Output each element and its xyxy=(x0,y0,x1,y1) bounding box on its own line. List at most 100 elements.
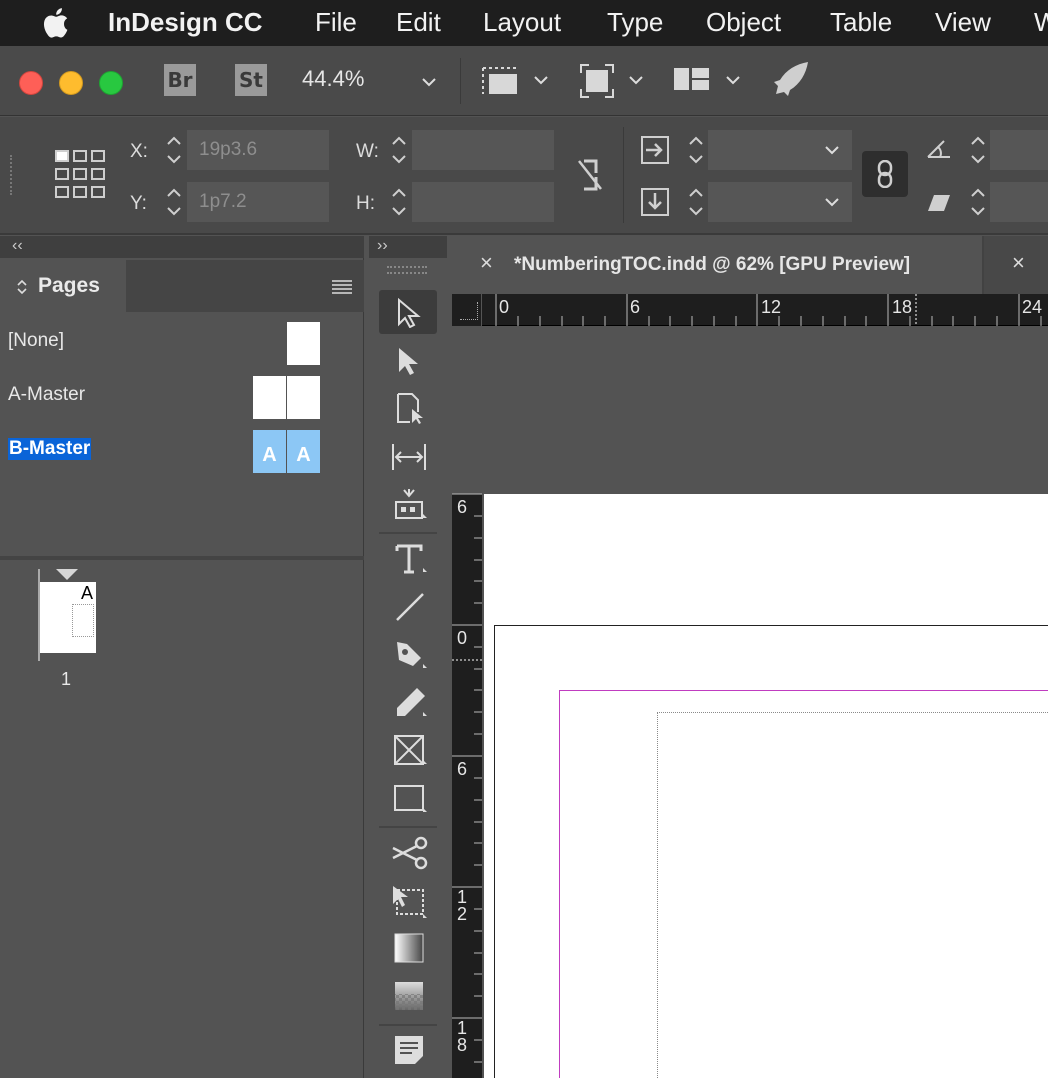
shear-chevron-down-icon[interactable] xyxy=(824,194,840,210)
tool-direct-selection[interactable] xyxy=(379,338,437,382)
view-options-chevron-down-icon[interactable] xyxy=(533,72,549,88)
divider xyxy=(460,58,461,104)
screen-mode-chevron-down-icon[interactable] xyxy=(628,72,644,88)
document-tab-2[interactable]: × xyxy=(984,236,1048,294)
screen-mode-icon[interactable] xyxy=(580,64,614,98)
rotate-stepper-icon[interactable] xyxy=(686,130,706,170)
w-stepper-icon[interactable] xyxy=(389,130,409,170)
menu-edit[interactable]: Edit xyxy=(396,0,441,46)
tool-rectangle-frame[interactable] xyxy=(379,728,437,772)
tool-rectangle[interactable] xyxy=(379,776,437,820)
zoom-window-button[interactable] xyxy=(99,71,123,95)
pages-panel: ‹‹ Pages [None] A-Master B-Master A A A … xyxy=(0,236,364,1078)
arrange-chevron-down-icon[interactable] xyxy=(725,72,741,88)
collapse-panel-icon[interactable]: ‹‹ xyxy=(12,237,23,255)
arrange-documents-icon[interactable] xyxy=(674,66,710,92)
y-stepper-icon[interactable] xyxy=(164,182,184,222)
pasteboard[interactable] xyxy=(482,326,1048,1078)
zoom-level[interactable]: 44.4% xyxy=(302,66,364,92)
close-window-button[interactable] xyxy=(19,71,43,95)
control-panel: X: 19p3.6 Y: 1p7.2 W: H: xyxy=(0,117,1048,235)
text-frame[interactable] xyxy=(657,712,1048,1078)
tool-gap[interactable] xyxy=(379,434,437,478)
menu-object[interactable]: Object xyxy=(706,0,781,46)
vertical-ruler[interactable]: 6 0 6 1 2 1 8 xyxy=(452,326,482,1078)
panel-menu-icon[interactable] xyxy=(332,280,352,294)
menu-app-name[interactable]: InDesign CC xyxy=(108,0,263,46)
shear-stepper-icon[interactable] xyxy=(686,182,706,222)
direct-selection-arrow-icon xyxy=(399,348,418,375)
rectangle-tool-icon xyxy=(394,785,427,812)
angle-stepper-icon[interactable] xyxy=(968,130,988,170)
master-b-label[interactable]: B-Master xyxy=(8,438,92,460)
master-a-left-thumbnail[interactable] xyxy=(253,376,286,419)
master-b-right-thumbnail[interactable]: A xyxy=(287,430,320,473)
h-stepper-icon[interactable] xyxy=(389,182,409,222)
content-collector-icon xyxy=(395,489,427,519)
bridge-button[interactable]: Br xyxy=(164,64,196,96)
tool-pencil[interactable] xyxy=(379,680,437,724)
tool-pen[interactable] xyxy=(379,632,437,676)
toolbox-grip[interactable] xyxy=(387,266,427,274)
document-tab[interactable]: × *NumberingTOC.indd @ 62% [GPU Preview] xyxy=(452,236,982,294)
ruler-h-18: 18 xyxy=(892,297,913,317)
h-field[interactable] xyxy=(412,182,554,222)
toolbox-header: ›› xyxy=(369,236,447,258)
reference-point-icon[interactable] xyxy=(54,149,106,201)
tool-page[interactable] xyxy=(379,386,437,430)
x-label: X: xyxy=(130,141,148,162)
constrain-proportions-button[interactable] xyxy=(862,151,908,197)
publish-online-icon[interactable] xyxy=(772,60,810,98)
panel-grip[interactable] xyxy=(10,155,16,195)
x-stepper-icon[interactable] xyxy=(164,130,184,170)
master-none-thumbnail[interactable] xyxy=(287,322,320,365)
master-a-right-thumbnail[interactable] xyxy=(287,376,320,419)
close-tab-2-icon[interactable]: × xyxy=(1012,250,1025,276)
tool-type[interactable] xyxy=(379,536,437,580)
divider xyxy=(379,826,437,828)
tool-gradient-feather[interactable] xyxy=(379,974,437,1018)
menu-view[interactable]: View xyxy=(935,0,991,46)
expand-toolbox-icon[interactable]: ›› xyxy=(377,237,388,255)
shear-angle-field[interactable] xyxy=(990,182,1048,222)
x-field[interactable]: 19p3.6 xyxy=(187,130,329,170)
tool-note[interactable] xyxy=(379,1028,437,1072)
menu-window[interactable]: W xyxy=(1034,0,1048,46)
rotation-angle-icon[interactable] xyxy=(926,137,952,161)
menu-layout[interactable]: Layout xyxy=(483,0,561,46)
master-b-left-thumbnail[interactable]: A xyxy=(253,430,286,473)
menu-table[interactable]: Table xyxy=(830,0,892,46)
y-field[interactable]: 1p7.2 xyxy=(187,182,329,222)
tool-scissors[interactable] xyxy=(379,830,437,874)
stock-button[interactable]: St xyxy=(235,64,267,96)
tool-gradient-swatch[interactable] xyxy=(379,926,437,970)
rotate-chevron-down-icon[interactable] xyxy=(824,142,840,158)
master-none-label[interactable]: [None] xyxy=(8,330,64,352)
shear-angle-stepper-icon[interactable] xyxy=(968,182,988,222)
tool-line[interactable] xyxy=(379,584,437,628)
ruler-origin[interactable] xyxy=(452,294,482,326)
view-options-icon[interactable] xyxy=(480,64,522,98)
stroke-weight-icon[interactable] xyxy=(640,187,670,217)
stroke-align-icon[interactable] xyxy=(640,135,670,165)
w-field[interactable] xyxy=(412,130,554,170)
master-a-label[interactable]: A-Master xyxy=(8,384,85,406)
page-1-thumbnail[interactable]: A xyxy=(40,582,96,653)
menu-file[interactable]: File xyxy=(315,0,357,46)
zoom-chevron-down-icon[interactable] xyxy=(421,74,437,90)
angle-field[interactable] xyxy=(990,130,1048,170)
broken-link-icon[interactable] xyxy=(575,155,605,195)
minimize-window-button[interactable] xyxy=(59,71,83,95)
horizontal-ruler[interactable]: 0 6 12 18 24 xyxy=(452,294,1048,326)
tool-selection[interactable] xyxy=(379,290,437,334)
panel-divider[interactable] xyxy=(0,556,364,560)
shear-angle-icon[interactable] xyxy=(926,193,952,213)
w-label: W: xyxy=(356,141,379,162)
tool-content-collector[interactable] xyxy=(379,482,437,526)
apple-icon[interactable] xyxy=(40,6,70,40)
tool-free-transform[interactable] xyxy=(379,878,437,922)
selection-arrow-icon xyxy=(398,298,421,328)
close-tab-icon[interactable]: × xyxy=(480,250,493,276)
tab-pages[interactable]: Pages xyxy=(0,260,126,312)
menu-type[interactable]: Type xyxy=(607,0,663,46)
